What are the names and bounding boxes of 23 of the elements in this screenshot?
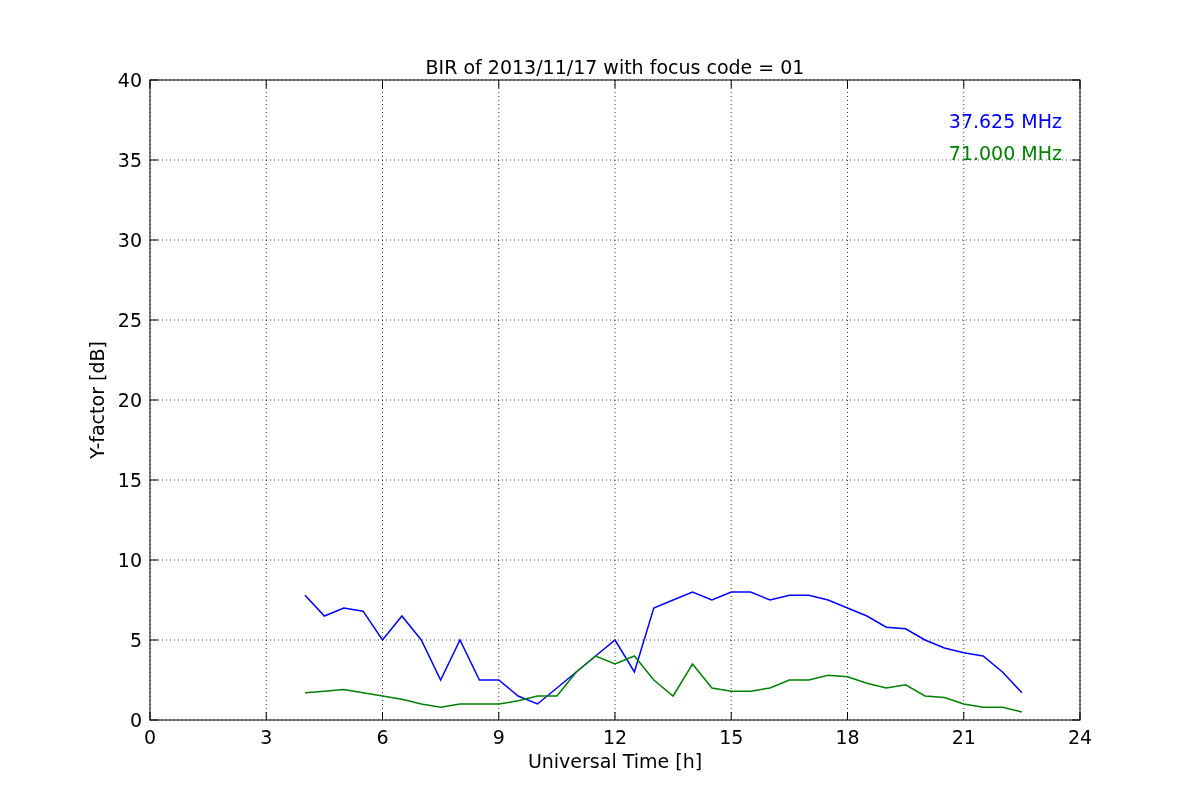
tick-label: 18 [835, 726, 860, 748]
tick-label: 40 [117, 69, 142, 91]
tick-label: 21 [951, 726, 976, 748]
tick-label: 10 [117, 549, 142, 571]
tick-label: 12 [602, 726, 628, 748]
axis-label: Y-factor [dB] [86, 341, 108, 459]
tick-label: 9 [492, 726, 505, 748]
tick-label: 0 [143, 726, 157, 748]
tick-label: 30 [117, 229, 142, 251]
legend-label: 71.000 MHz [948, 142, 1062, 164]
tick-label: 35 [117, 149, 142, 171]
tick-label: 0 [129, 709, 142, 731]
tick-label: 5 [129, 629, 142, 651]
legend-label: 37.625 MHz [948, 110, 1062, 132]
axis-label: Universal Time [h] [527, 750, 703, 772]
tick-label: 24 [1067, 726, 1093, 748]
tick-label: 15 [719, 726, 744, 748]
tick-label: 20 [117, 389, 142, 411]
tick-label: 3 [260, 726, 273, 748]
tick-label: 15 [117, 469, 142, 491]
chart-title: BIR of 2013/11/17 with focus code = 01 [425, 56, 805, 78]
tick-label: 6 [376, 726, 389, 748]
tick-label: 25 [117, 309, 142, 331]
